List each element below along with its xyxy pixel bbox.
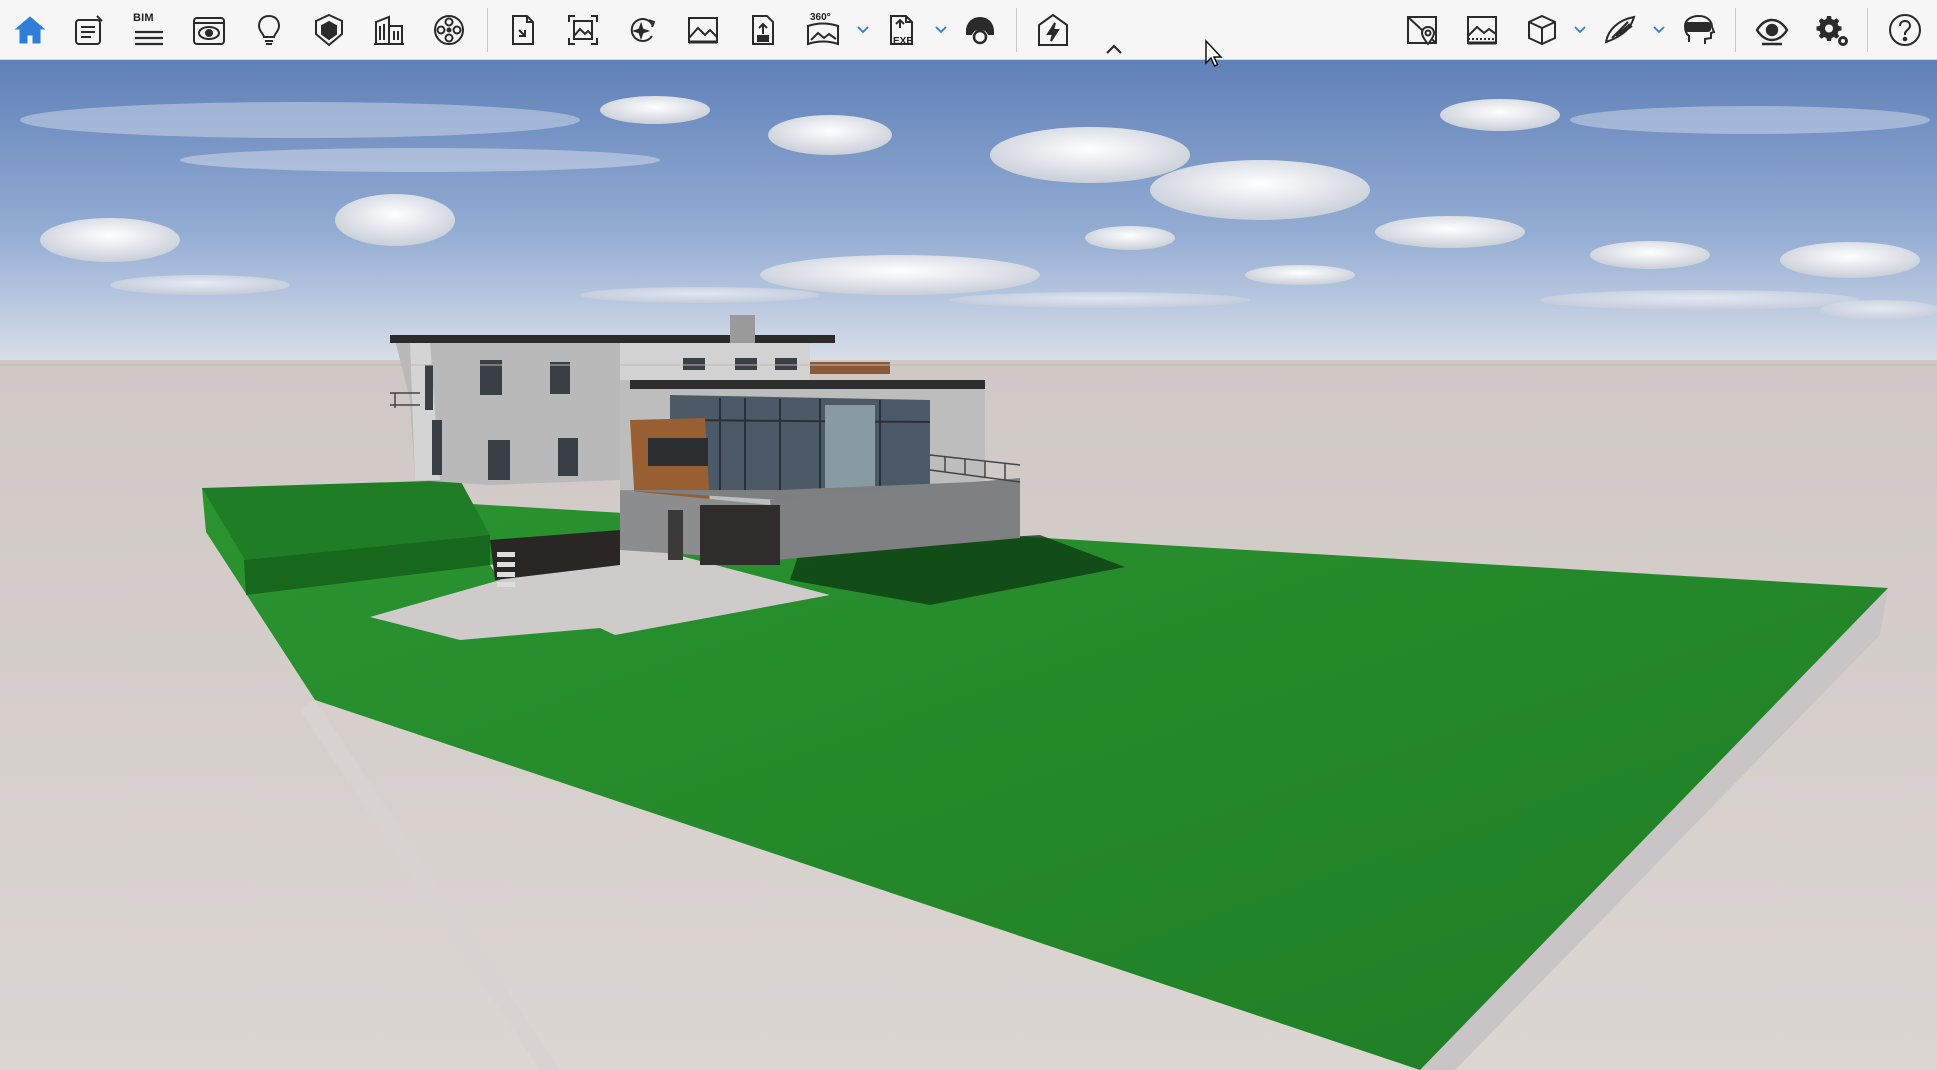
vr-export-button[interactable]	[956, 6, 1004, 54]
image-icon	[688, 17, 718, 44]
light-button[interactable]	[245, 6, 293, 54]
eye-icon	[1755, 18, 1789, 46]
wing-icon	[1604, 15, 1636, 44]
lightning-house-icon	[1038, 13, 1068, 46]
notes-button[interactable]	[65, 6, 113, 54]
chevron-down-icon	[1574, 26, 1586, 34]
vr-head-icon	[1683, 14, 1716, 44]
toolbar-separator	[1735, 8, 1736, 52]
building-icon	[374, 15, 404, 45]
panorama-360-label: 360°	[810, 12, 831, 23]
view-window-button[interactable]	[185, 6, 233, 54]
bim-label: BIM	[133, 12, 154, 24]
vr-headset-icon	[966, 17, 994, 45]
gear-icon	[1816, 16, 1848, 46]
app-window: BIM 360° EXE	[0, 0, 1937, 1070]
wing-effects-button[interactable]	[1596, 6, 1644, 54]
notes-edit-icon	[75, 15, 103, 45]
home-icon	[14, 16, 46, 44]
map-pin-icon	[1407, 16, 1437, 46]
chevron-down-icon	[935, 26, 947, 34]
export-file-button[interactable]	[499, 6, 547, 54]
vr-view-button[interactable]	[1675, 6, 1723, 54]
live-sync-button[interactable]	[1029, 6, 1077, 54]
skybox-image-icon	[1467, 16, 1497, 45]
lightbulb-icon	[257, 14, 281, 45]
chevron-down-icon	[857, 26, 869, 34]
object-cube-button[interactable]	[1518, 6, 1566, 54]
panorama-button[interactable]: 360°	[799, 6, 847, 54]
exe-export-button[interactable]: EXE	[878, 6, 926, 54]
export-file-icon	[512, 15, 534, 45]
chevron-up-icon	[1106, 44, 1122, 54]
cube-dropdown[interactable]	[1572, 18, 1588, 42]
film-reel-icon	[434, 15, 464, 45]
home-button[interactable]	[6, 6, 54, 54]
exe-dropdown[interactable]	[933, 18, 949, 42]
materials-button[interactable]	[305, 6, 353, 54]
export-package-icon	[752, 15, 774, 45]
help-button[interactable]	[1881, 6, 1929, 54]
scene-render	[0, 60, 1937, 1070]
toolbar-separator	[1867, 8, 1868, 52]
chevron-down-icon	[1653, 26, 1665, 34]
site-location-button[interactable]	[1398, 6, 1446, 54]
wing-dropdown[interactable]	[1651, 18, 1667, 42]
image-button[interactable]	[679, 6, 727, 54]
toolbar-separator	[487, 8, 488, 52]
ai-sparkle-icon	[630, 18, 656, 43]
export-package-button[interactable]	[739, 6, 787, 54]
3d-viewport[interactable]	[0, 60, 1937, 1070]
render-image-icon	[568, 15, 598, 45]
panorama-dropdown[interactable]	[855, 18, 871, 42]
material-shield-icon	[315, 13, 343, 47]
help-circle-icon	[1889, 14, 1921, 46]
settings-button[interactable]	[1808, 6, 1856, 54]
collapse-toolbar-button[interactable]	[1100, 40, 1128, 58]
exe-label: EXE	[893, 36, 914, 47]
toolbar-separator	[1016, 8, 1017, 52]
bim-button[interactable]: BIM	[125, 6, 173, 54]
buildings-button[interactable]	[365, 6, 413, 54]
visibility-button[interactable]	[1748, 6, 1796, 54]
skybox-button[interactable]	[1458, 6, 1506, 54]
mouse-cursor-icon	[1205, 39, 1223, 68]
cube-icon	[1528, 14, 1556, 46]
top-toolbar: BIM 360° EXE	[0, 0, 1937, 60]
film-button[interactable]	[425, 6, 473, 54]
render-image-button[interactable]	[559, 6, 607, 54]
ai-render-button[interactable]	[619, 6, 667, 54]
eye-window-icon	[193, 17, 225, 45]
